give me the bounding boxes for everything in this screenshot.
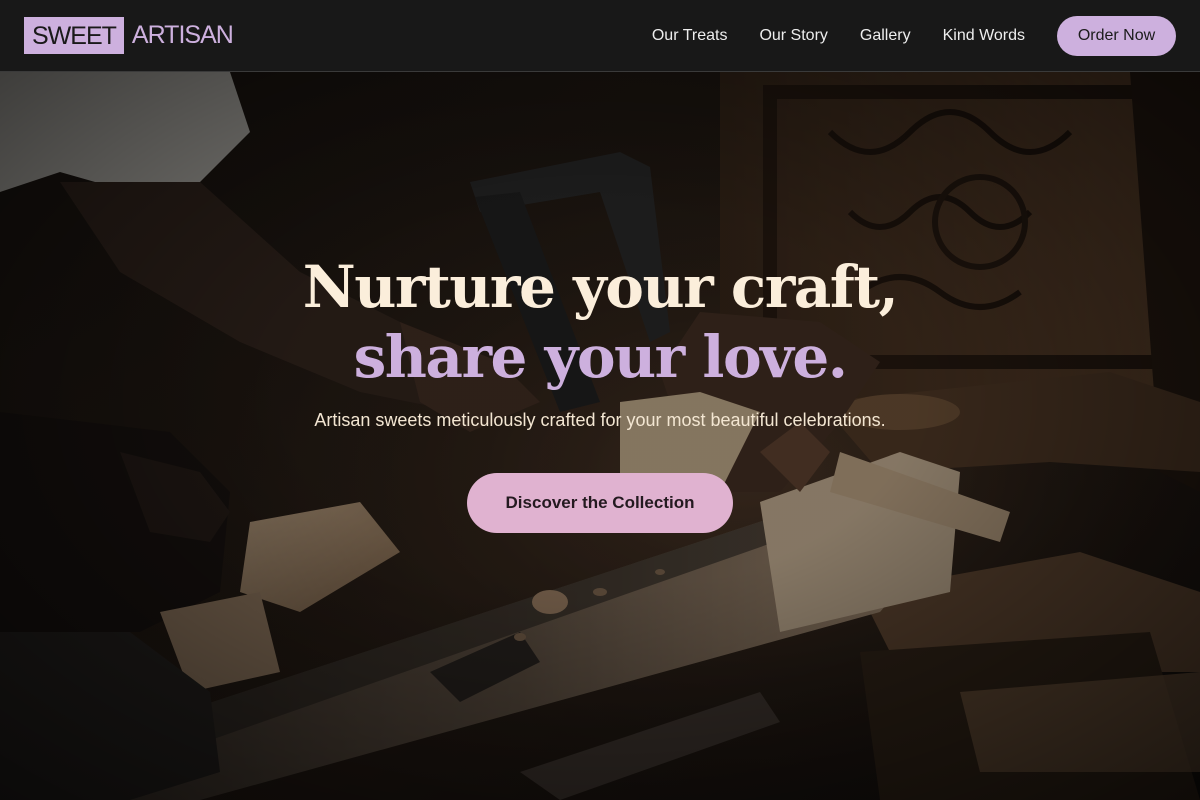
brand-logo[interactable]: SWEET ARTISAN [24,17,234,54]
logo-text-artisan: ARTISAN [131,21,234,49]
logo-text-sweet: SWEET [24,17,124,54]
nav-link-our-story[interactable]: Our Story [759,27,827,45]
hero-section: Nurture your craft, share your love. Art… [0,72,1200,800]
landing-page: SWEET ARTISAN Our Treats Our Story Galle… [0,0,1200,800]
hero-content: Nurture your craft, share your love. Art… [0,252,1200,533]
headline-line-2: share your love. [353,323,848,391]
order-now-button[interactable]: Order Now [1057,16,1176,56]
hero-headline: Nurture your craft, share your love. [0,252,1200,392]
headline-line-1: Nurture your craft, [302,253,899,321]
nav-link-kind-words[interactable]: Kind Words [943,27,1025,45]
discover-collection-button[interactable]: Discover the Collection [467,473,733,533]
hero-subheadline: Artisan sweets meticulously crafted for … [314,410,886,430]
nav-link-gallery[interactable]: Gallery [860,27,911,45]
nav-link-our-treats[interactable]: Our Treats [652,27,728,45]
main-navigation: Our Treats Our Story Gallery Kind Words … [652,16,1176,56]
top-navbar: SWEET ARTISAN Our Treats Our Story Galle… [0,0,1200,72]
